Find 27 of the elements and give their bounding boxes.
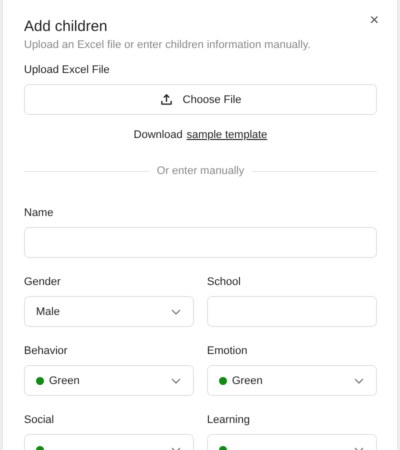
select-field[interactable]: Male bbox=[24, 296, 194, 327]
field-label: Behavior bbox=[24, 345, 68, 357]
close-button[interactable]: × bbox=[366, 10, 383, 32]
chevron-down-icon bbox=[354, 378, 364, 384]
choose-file-button[interactable]: Choose File bbox=[24, 84, 377, 115]
field-label: School bbox=[207, 276, 242, 288]
divider-text: Or enter manually bbox=[156, 165, 244, 177]
field-label: Emotion bbox=[207, 345, 248, 357]
text-field[interactable] bbox=[24, 227, 377, 258]
field-label: Gender bbox=[24, 276, 62, 288]
field-label: Name bbox=[24, 207, 54, 219]
download-text: Download bbox=[134, 129, 183, 141]
chevron-down-icon bbox=[171, 308, 181, 314]
select-value: Green bbox=[232, 374, 263, 386]
upload-icon bbox=[160, 93, 173, 106]
field-label: Social bbox=[24, 414, 55, 426]
select-field[interactable]: Green bbox=[24, 365, 194, 396]
sample-template-link[interactable]: sample template bbox=[186, 129, 268, 141]
select-field[interactable]: Green bbox=[207, 365, 377, 396]
text-field[interactable] bbox=[207, 296, 377, 327]
select-value: Male bbox=[36, 306, 60, 318]
dialog-title: Add children bbox=[24, 18, 108, 35]
field-label: Upload Excel File bbox=[24, 64, 111, 76]
dialog-subtitle: Upload an Excel file or enter children information manually. bbox=[24, 39, 312, 51]
field-label: Learning bbox=[207, 414, 251, 426]
select-value: Green bbox=[49, 374, 80, 386]
chevron-down-icon bbox=[171, 378, 181, 384]
